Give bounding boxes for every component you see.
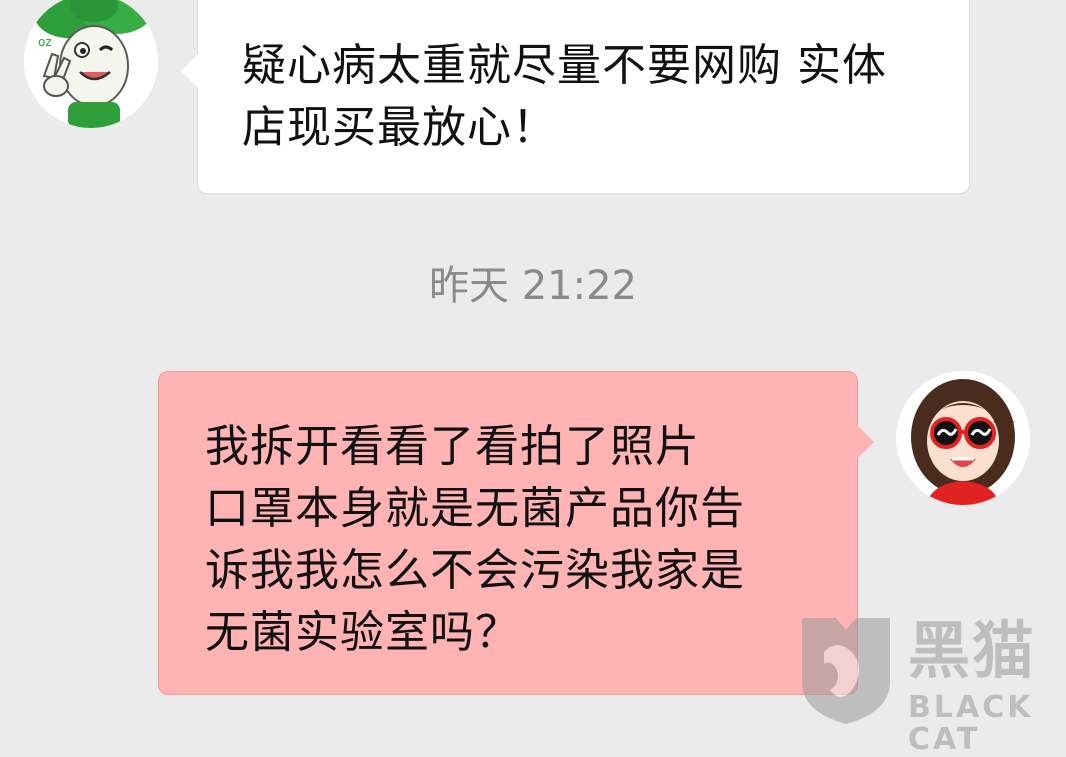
watermark-en: BLACK CAT — [908, 690, 1034, 757]
user-avatar[interactable] — [896, 371, 1030, 505]
outgoing-message-bubble[interactable]: 我拆开看看了看拍了照片 口罩本身就是无菌产品你告 诉我我怎么不会污染我家是 无菌… — [158, 371, 874, 695]
bubble-tail — [181, 54, 198, 88]
black-cat-watermark: 黑猫 BLACK CAT — [796, 612, 1066, 756]
cartoon-mascot-icon: oz — [24, 0, 158, 128]
watermark-cn: 黑猫 — [908, 614, 1037, 687]
svg-text:oz: oz — [38, 35, 52, 49]
incoming-message-bubble[interactable]: 疑心病太重就尽量不要网购 实体 店现买最放心！ — [181, 0, 970, 194]
message-text: 疑心病太重就尽量不要网购 实体 店现买最放心！ — [242, 40, 887, 153]
contact-avatar[interactable]: oz — [24, 0, 158, 128]
bubble-tail — [857, 425, 874, 459]
message-timestamp: 昨天 21:22 — [429, 263, 637, 309]
black-cat-logo-icon — [802, 618, 890, 724]
girl-sunglasses-icon — [896, 371, 1030, 505]
message-text: 我拆开看看了看拍了照片 口罩本身就是无菌产品你告 诉我我怎么不会污染我家是 无菌… — [205, 421, 745, 658]
chat-view: oz 疑心病太重就尽量不要网购 实体 店现买最放心！ 昨天 21:22 我拆开看… — [0, 0, 1066, 756]
